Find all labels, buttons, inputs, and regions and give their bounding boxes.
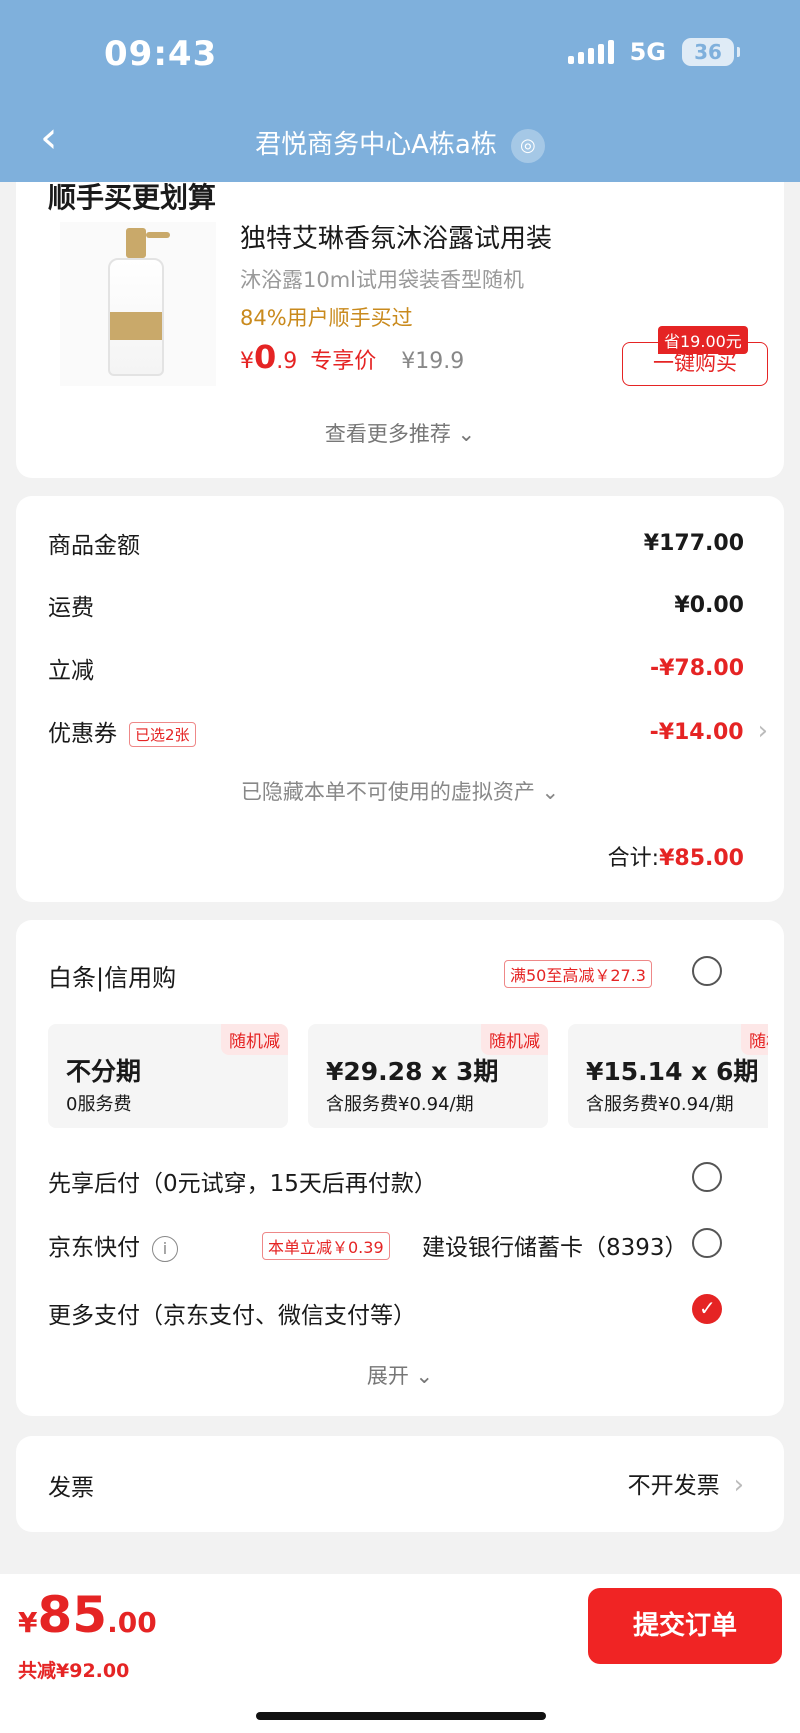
row-value: -¥14.00	[649, 720, 744, 745]
home-indicator[interactable]	[256, 1712, 546, 1720]
address-text: 君悦商务中心A栋a栋	[255, 130, 497, 160]
address-title[interactable]: 君悦商务中心A栋a栋 ◎	[0, 124, 800, 163]
save-badge: 省19.00元	[658, 326, 748, 354]
product-desc: 沐浴露10ml试用袋装香型随机	[240, 268, 525, 292]
battery-icon: 36	[682, 38, 740, 66]
pay-int: 85	[37, 1586, 108, 1644]
row-value: ¥177.00	[643, 530, 744, 556]
row-label: 商品金额	[48, 533, 140, 559]
bottom-bar: ¥85.00 共减¥92.00 提交订单	[0, 1574, 800, 1733]
plan-sub: 0服务费	[66, 1094, 132, 1115]
plan-main: 不分期	[66, 1057, 142, 1086]
row-label: 优惠券	[48, 721, 117, 747]
plan-main: ¥15.14 x 6期	[586, 1057, 759, 1086]
bottle-shape	[108, 258, 164, 376]
status-icons: 5G 36	[567, 38, 740, 66]
signal-icon	[567, 40, 614, 64]
info-icon[interactable]: i	[152, 1235, 178, 1262]
plan-main: ¥29.28 x 3期	[326, 1057, 499, 1086]
network-type: 5G	[629, 38, 666, 66]
recommend-title: 顺手买更划算	[48, 181, 217, 214]
total-label: 合计:	[607, 846, 660, 871]
coupon-chip: 已选2张	[129, 722, 196, 747]
pay-currency: ¥	[18, 1606, 38, 1639]
plan-badge: 随机减	[481, 1024, 548, 1055]
installment-plans[interactable]: 随机减 不分期 0服务费 随机减 ¥29.28 x 3期 含服务费¥0.94/期…	[48, 1024, 768, 1128]
baitiao-label[interactable]: 白条|信用购	[48, 958, 176, 993]
product-image[interactable]	[60, 222, 216, 386]
baitiao-radio[interactable]	[692, 956, 722, 986]
pay-later-radio[interactable]	[692, 1162, 722, 1192]
invoice-card[interactable]: 发票 不开发票 ›	[16, 1436, 784, 1532]
plan-card[interactable]: 随机减 ¥15.14 x 6期 含服务费¥0.94/期	[568, 1024, 768, 1128]
row-discount: 立减 -¥78.00	[48, 651, 744, 685]
total: 合计:¥85.00	[608, 840, 744, 872]
product-price: ¥0.9 专享价 ¥19.9	[240, 338, 464, 376]
pay-dec: .00	[107, 1606, 157, 1639]
bottle-pump-shape	[126, 228, 146, 258]
row-coupon[interactable]: 优惠券 已选2张 -¥14.00 ›	[48, 714, 768, 748]
jd-quick-radio[interactable]	[692, 1228, 722, 1258]
invoice-value-text: 不开发票	[627, 1473, 720, 1499]
plan-card[interactable]: 随机减 ¥29.28 x 3期 含服务费¥0.94/期	[308, 1024, 548, 1128]
invoice-value: 不开发票 ›	[628, 1466, 744, 1500]
plan-sub: 含服务费¥0.94/期	[326, 1094, 474, 1115]
bank-card-label: 建设银行储蓄卡（8393）	[422, 1235, 688, 1261]
jd-quick-option[interactable]: 京东快付 i	[48, 1228, 178, 1262]
price-summary-card: 商品金额 ¥177.00 运费 ¥0.00 立减 -¥78.00 优惠券 已选2张…	[16, 496, 784, 902]
recommend-card: 顺手买更划算 独特艾琳香氛沐浴露试用装 沐浴露10ml试用袋装香型随机 84%用…	[16, 130, 784, 478]
row-value: ¥0.00	[674, 592, 744, 618]
chevron-right-icon: ›	[733, 1470, 744, 1500]
more-recommend-link[interactable]: 查看更多推荐 ⌄	[16, 418, 784, 448]
pay-later-option[interactable]: 先享后付（0元试穿，15天后再付款）	[48, 1164, 437, 1198]
plan-badge: 随机减	[221, 1024, 288, 1055]
row-label: 运费	[48, 595, 94, 621]
status-time: 09:43	[104, 34, 218, 74]
expand-toggle[interactable]: 展开 ⌄	[16, 1360, 784, 1390]
jd-quick-promo: 本单立减￥0.39	[262, 1232, 390, 1260]
invoice-label: 发票	[48, 1475, 94, 1501]
jd-quick-label: 京东快付	[48, 1235, 140, 1261]
row-goods-amount: 商品金额 ¥177.00	[48, 526, 744, 560]
price-symbol: ¥	[240, 349, 254, 374]
product-buyers: 84%用户顺手买过	[240, 306, 413, 330]
row-value: -¥78.00	[649, 655, 744, 681]
plan-sub: 含服务费¥0.94/期	[586, 1094, 734, 1115]
hidden-assets-toggle[interactable]: 已隐藏本单不可使用的虚拟资产 ⌄	[16, 776, 784, 806]
total-saved: 共减¥92.00	[18, 1660, 130, 1682]
location-pin-icon[interactable]: ◎	[510, 128, 545, 163]
plan-badge: 随机减	[741, 1024, 768, 1055]
chevron-right-icon: ›	[757, 716, 768, 746]
payment-card: 白条|信用购 满50至高减￥27.3 随机减 不分期 0服务费 随机减 ¥29.…	[16, 920, 784, 1416]
row-shipping: 运费 ¥0.00	[48, 588, 744, 622]
total-value: ¥85.00	[659, 846, 744, 871]
row-label: 立减	[48, 658, 94, 684]
top-header: 09:43 5G 36 ‹ 君悦商务中心A栋a栋 ◎	[0, 0, 800, 182]
submit-order-button[interactable]: 提交订单	[588, 1588, 782, 1664]
product-name[interactable]: 独特艾琳香氛沐浴露试用装	[240, 218, 552, 255]
more-pay-radio-checked[interactable]	[692, 1294, 722, 1324]
pay-amount: ¥85.00	[18, 1586, 157, 1644]
plan-card[interactable]: 随机减 不分期 0服务费	[48, 1024, 288, 1128]
original-price: ¥19.9	[401, 349, 465, 374]
price-dec: .9	[276, 349, 298, 374]
price-int: 0	[254, 338, 277, 376]
more-pay-option[interactable]: 更多支付（京东支付、微信支付等）	[48, 1296, 416, 1330]
baitiao-promo: 满50至高减￥27.3	[504, 960, 652, 988]
bottle-nozzle-shape	[146, 232, 170, 238]
price-label: 专享价	[310, 349, 377, 374]
